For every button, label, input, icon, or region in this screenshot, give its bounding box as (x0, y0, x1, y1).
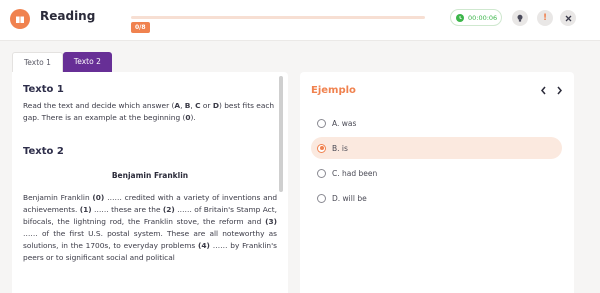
radio-a[interactable] (317, 118, 326, 128)
question-panel: Ejemplo A. was B. is C. had been D. will… (300, 72, 574, 293)
clock-icon (456, 13, 464, 22)
alert-icon: ! (542, 13, 548, 23)
option-d[interactable]: D. will be (311, 187, 562, 209)
chevron-left-icon (541, 86, 546, 95)
radio-d[interactable] (317, 193, 326, 203)
option-label: B. is (332, 143, 348, 153)
option-label: D. will be (332, 193, 367, 203)
timer: 00:00:06 (450, 9, 502, 26)
reading-panel: Texto 1 Read the text and decide which a… (12, 72, 288, 293)
section-title-2: Texto 2 (23, 146, 64, 157)
hint-button[interactable] (512, 10, 528, 26)
book-icon (10, 9, 30, 29)
section-title-1: Texto 1 (23, 84, 64, 95)
chevron-right-icon (557, 86, 562, 95)
close-button[interactable] (560, 10, 576, 26)
app-title: Reading (40, 9, 96, 23)
tab-texto-1[interactable]: Texto 1 (12, 52, 63, 72)
radio-b[interactable] (317, 143, 326, 153)
option-c[interactable]: C. had been (311, 162, 562, 184)
option-label: A. was (332, 118, 357, 128)
reading-scrollbar[interactable] (279, 76, 283, 192)
top-bar: Reading 0/8 00:00:06 ! (0, 0, 600, 41)
article-body: Benjamin Franklin (0) …… credited with a… (23, 193, 278, 262)
radio-c[interactable] (317, 168, 326, 178)
article-title: Benjamin Franklin (111, 171, 189, 180)
next-question-button[interactable] (556, 85, 563, 98)
bulb-icon (517, 14, 523, 22)
report-button[interactable]: ! (537, 10, 553, 26)
option-b[interactable]: B. is (311, 137, 562, 159)
progress-badge: 0/8 (131, 22, 150, 33)
tab-texto-2[interactable]: Texto 2 (62, 52, 112, 72)
instructions: Read the text and decide which answer (A… (23, 101, 275, 122)
prev-question-button[interactable] (540, 85, 547, 98)
question-title: Ejemplo (311, 85, 356, 96)
close-icon (565, 15, 571, 21)
timer-text: 00:00:06 (468, 13, 498, 22)
option-label: C. had been (332, 168, 378, 178)
option-a[interactable]: A. was (311, 112, 562, 134)
progress-bar (131, 16, 425, 19)
text-tabs: Texto 1 Texto 2 (12, 52, 112, 72)
